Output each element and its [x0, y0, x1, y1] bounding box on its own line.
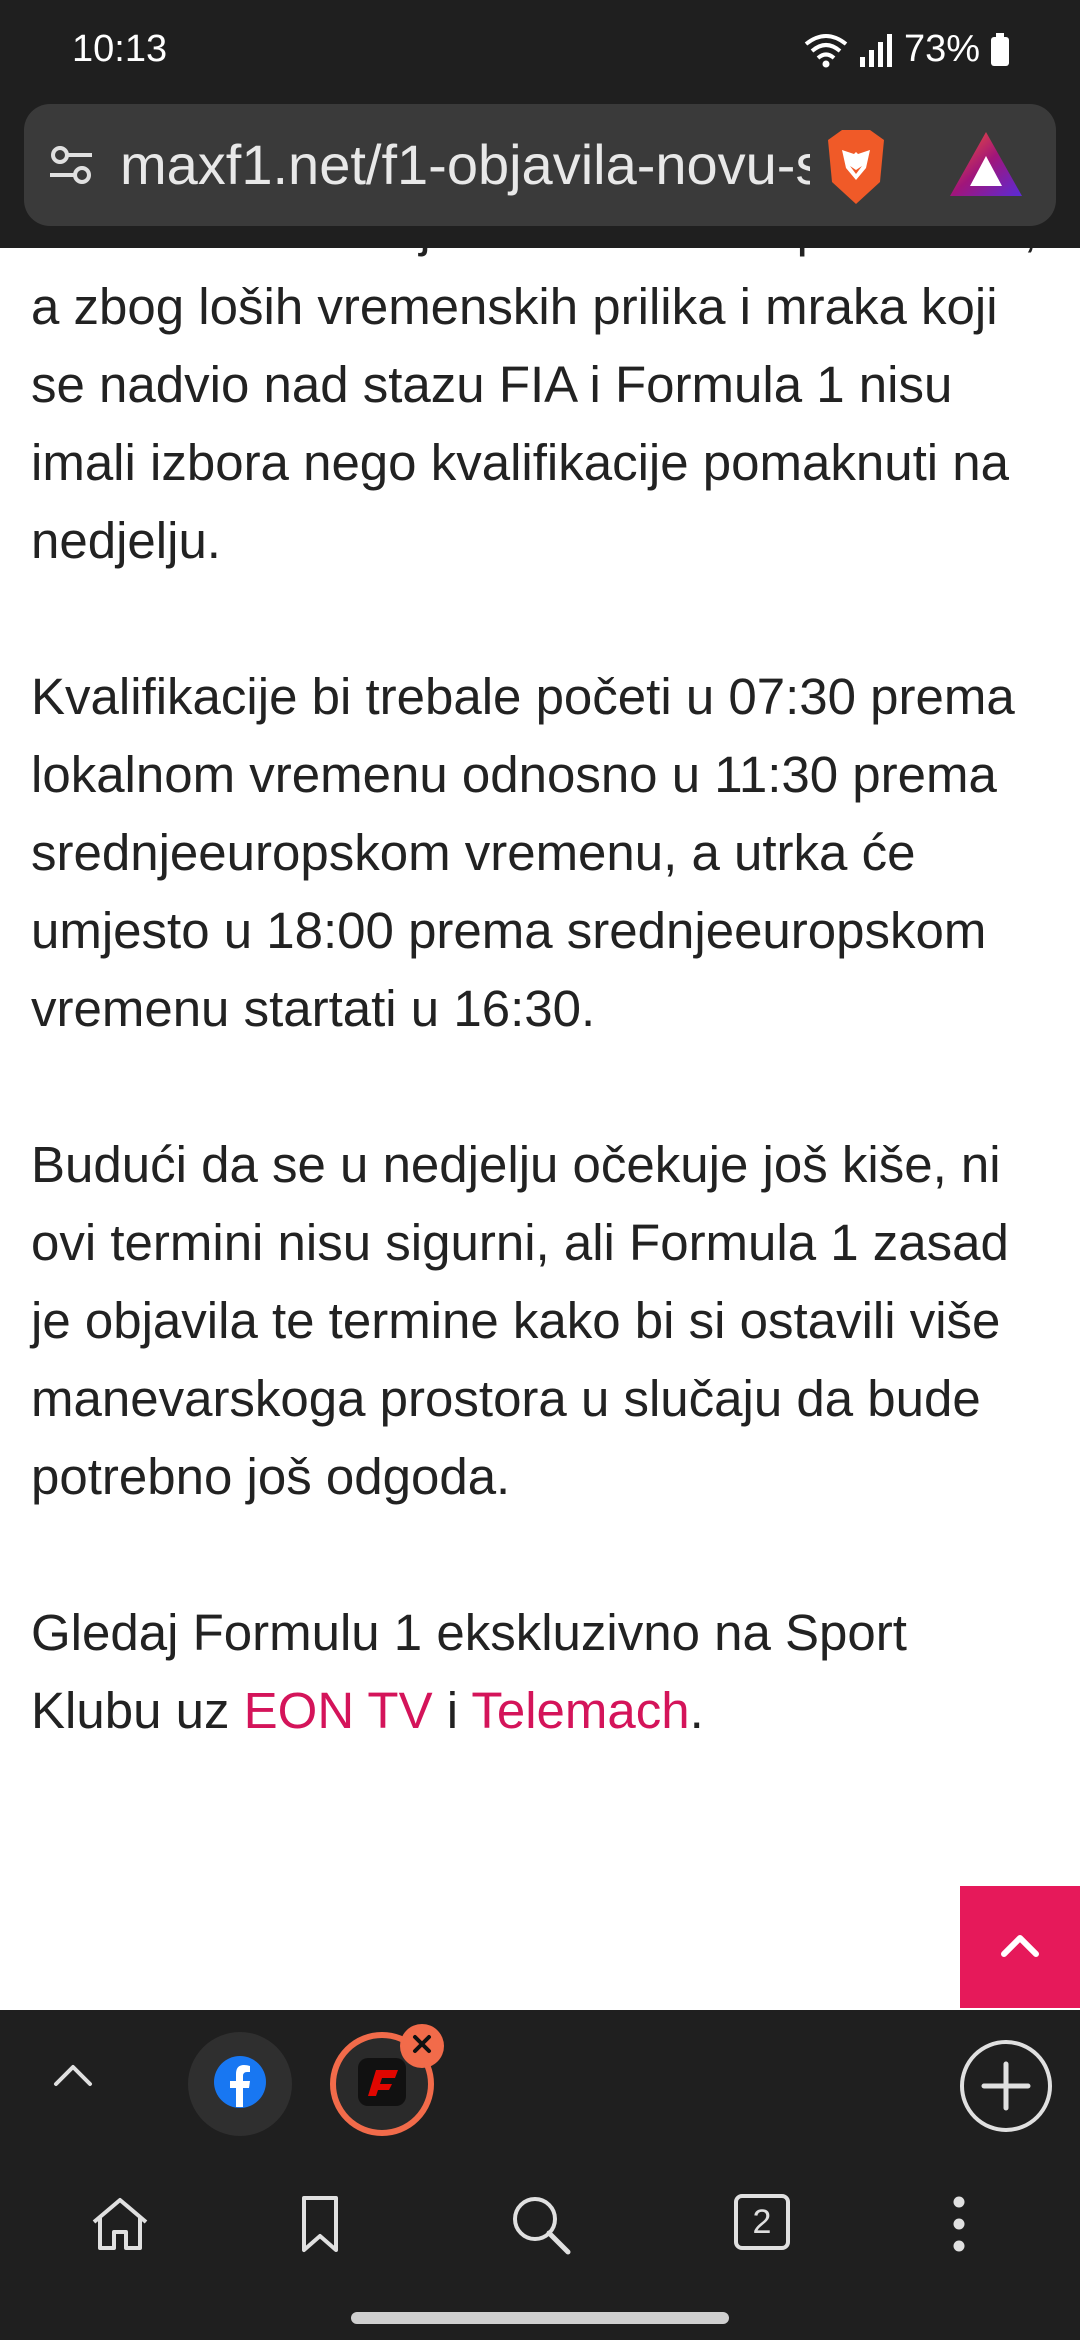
close-icon: [411, 2033, 433, 2060]
eon-tv-link[interactable]: EON TV: [244, 1682, 433, 1739]
paragraph-text: .: [689, 1682, 704, 1739]
search-icon[interactable]: [508, 2192, 572, 2261]
battery-text: 73%: [903, 28, 980, 70]
paragraph-text: i: [432, 1682, 472, 1739]
chevron-up-icon: [1000, 1932, 1040, 1963]
close-tab-button[interactable]: [400, 2024, 444, 2068]
wifi-icon: [804, 32, 848, 68]
article-paragraph: Budući da se u nedjelju očekuje još kiše…: [31, 1136, 1009, 1505]
new-tab-button[interactable]: [958, 2038, 1054, 2139]
article-paragraph: Gledaj Formulu 1 ekskluzivno na Sport Kl…: [31, 1594, 1051, 1750]
article-body: nakon što se ranije danas vozila sprint …: [31, 248, 1051, 1828]
article-paragraph: nakon što se ranije danas vozila sprint …: [31, 248, 1037, 569]
telemach-link[interactable]: Telemach: [471, 1682, 689, 1739]
url-text[interactable]: maxf1.net/f1-objavila-novu-satnicu: [120, 130, 810, 200]
brave-shields-icon[interactable]: [814, 124, 898, 213]
signal-icon: [858, 33, 894, 67]
status-icons: 73%: [804, 28, 1010, 71]
battery-icon: [990, 32, 1010, 67]
status-time: 10:13: [72, 28, 168, 70]
bottom-toolbar: 2: [0, 2160, 1080, 2290]
more-icon[interactable]: [944, 2192, 974, 2261]
gesture-nav-bar: [0, 2290, 1080, 2340]
facebook-tab[interactable]: [188, 2032, 292, 2136]
url-bar[interactable]: maxf1.net/f1-objavila-novu-satnicu: [24, 104, 1056, 226]
home-icon[interactable]: [88, 2192, 152, 2261]
tabs-button[interactable]: 2: [734, 2194, 790, 2250]
bookmark-icon[interactable]: [288, 2192, 352, 2261]
status-bar: 10:13 73%: [0, 0, 1080, 100]
web-content[interactable]: nakon što se ranije danas vozila sprint …: [0, 248, 1080, 2010]
home-handle[interactable]: [351, 2312, 729, 2324]
chevron-up-icon[interactable]: [48, 2050, 98, 2105]
scroll-to-top-button[interactable]: [960, 1886, 1080, 2008]
brave-rewards-icon[interactable]: [948, 130, 1024, 205]
article-paragraph: Kvalifikacije bi trebale početi u 07:30 …: [31, 668, 1015, 1037]
facebook-icon: [213, 2055, 267, 2114]
maxf1-icon: [356, 2056, 408, 2113]
tab-strip: [0, 2010, 1080, 2160]
tune-icon[interactable]: [48, 142, 94, 193]
